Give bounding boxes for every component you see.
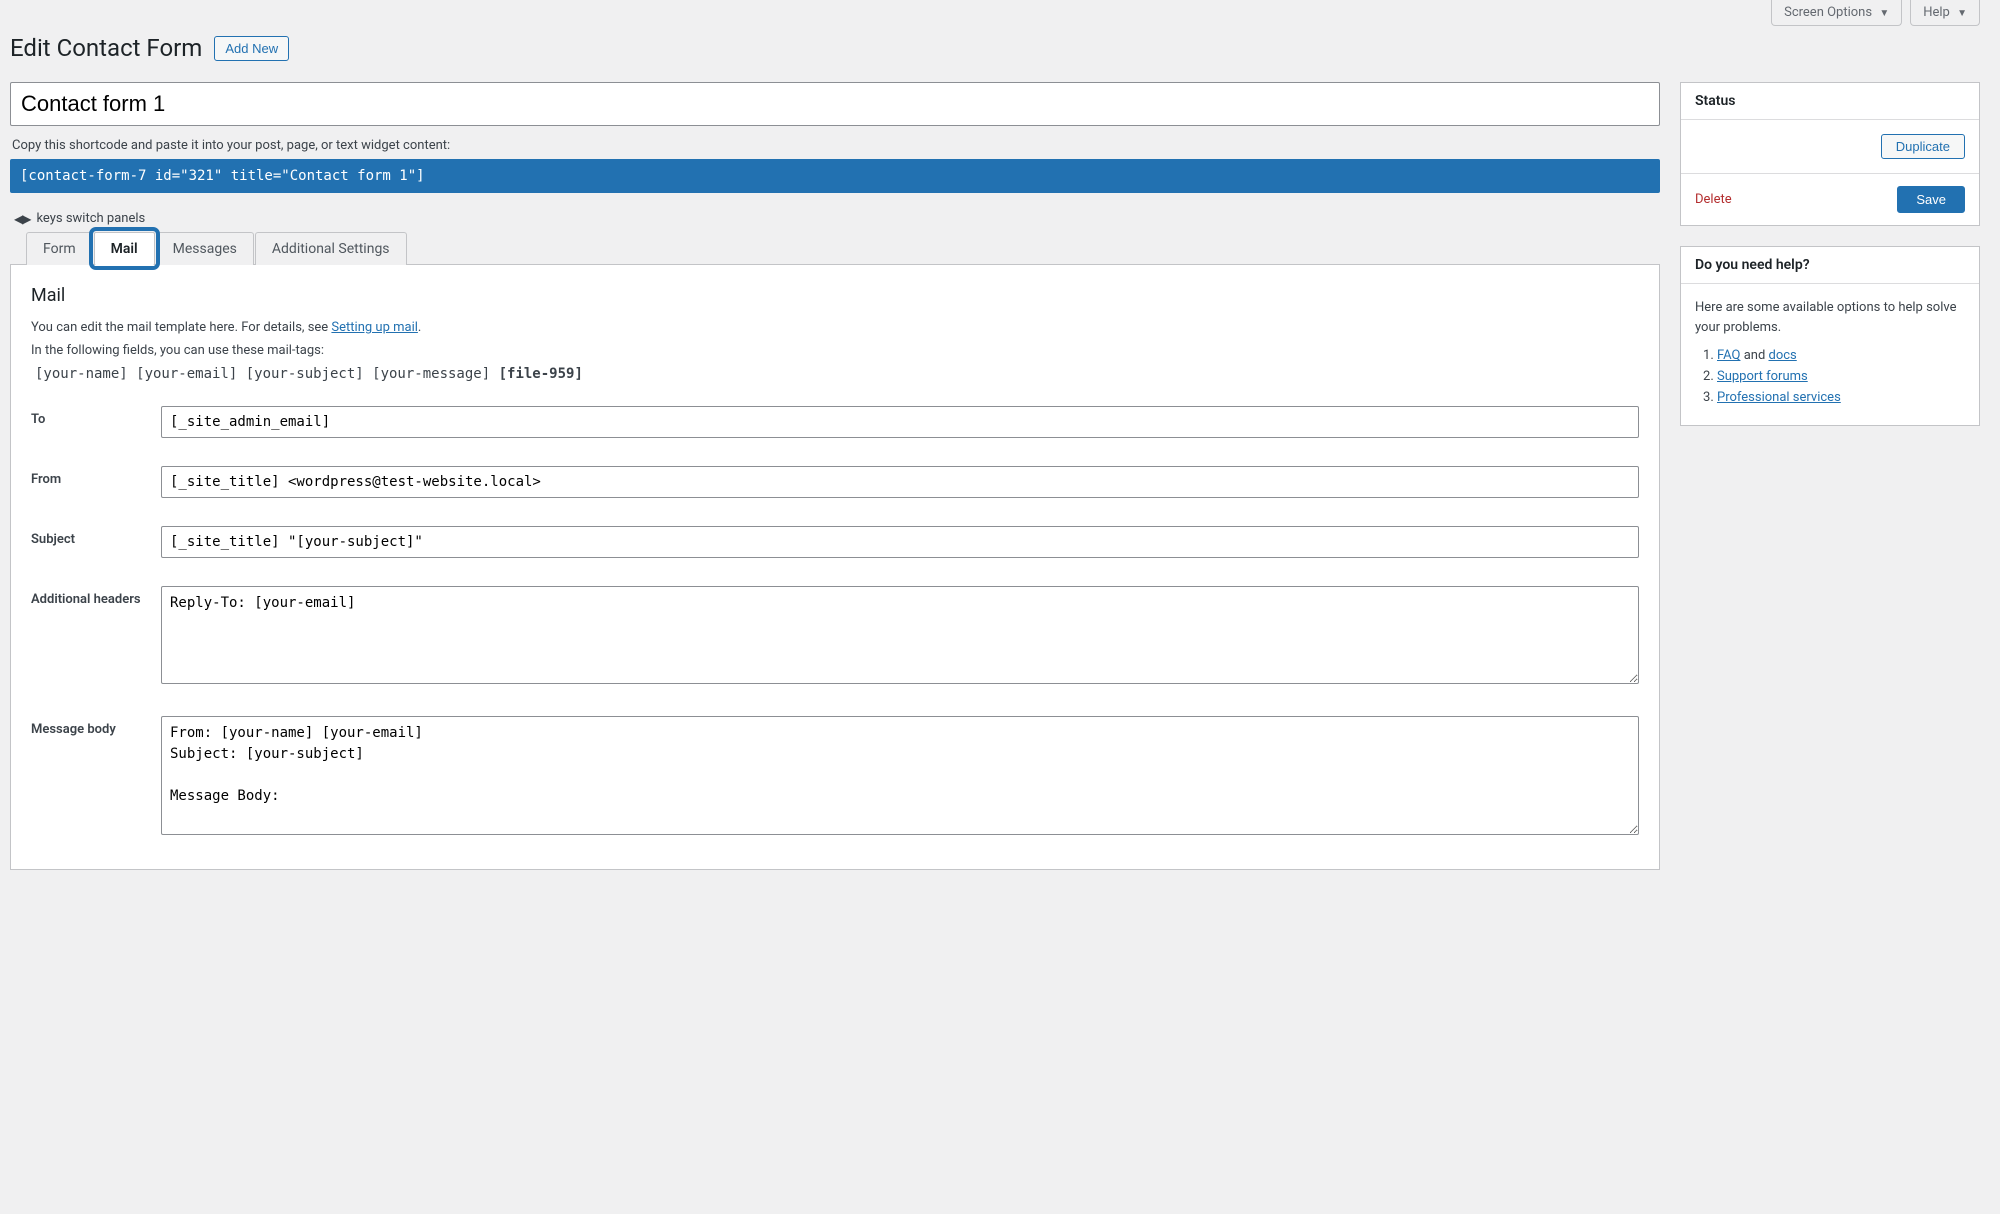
professional-services-link[interactable]: Professional services: [1717, 390, 1841, 405]
help-label: Help: [1923, 5, 1950, 20]
support-forums-link[interactable]: Support forums: [1717, 369, 1808, 384]
status-heading: Status: [1681, 83, 1979, 120]
message-body-textarea[interactable]: From: [your-name] [your-email] Subject: …: [161, 716, 1639, 835]
form-title-input[interactable]: [10, 82, 1660, 126]
status-box: Status Duplicate Delete Save: [1680, 82, 1980, 226]
message-body-label: Message body: [31, 716, 161, 737]
caret-down-icon: ▼: [1957, 8, 1967, 19]
add-new-button[interactable]: Add New: [214, 36, 289, 61]
and-text: and: [1740, 348, 1768, 363]
to-label: To: [31, 406, 161, 427]
delete-link[interactable]: Delete: [1695, 192, 1732, 207]
shortcode-display[interactable]: [contact-form-7 id="321" title="Contact …: [10, 159, 1660, 193]
help-box: Do you need help? Here are some availabl…: [1680, 246, 1980, 426]
mail-desc-prefix: You can edit the mail template here. For…: [31, 320, 331, 335]
docs-link[interactable]: docs: [1769, 348, 1797, 363]
from-input[interactable]: [161, 466, 1639, 498]
help-item-pro: Professional services: [1717, 390, 1965, 405]
to-input[interactable]: [161, 406, 1639, 438]
screen-options-label: Screen Options: [1784, 5, 1872, 20]
mail-tags: [your-name] [your-email] [your-subject] …: [35, 366, 490, 382]
tab-mail[interactable]: Mail: [94, 232, 155, 265]
page-title: Edit Contact Form: [10, 34, 202, 62]
mail-desc-suffix: .: [418, 320, 421, 335]
screen-options-toggle[interactable]: Screen Options ▼: [1771, 0, 1902, 26]
help-item-faq: FAQ and docs: [1717, 348, 1965, 363]
tab-messages[interactable]: Messages: [156, 232, 254, 265]
subject-label: Subject: [31, 526, 161, 547]
tab-form[interactable]: Form: [26, 232, 93, 265]
help-heading: Do you need help?: [1681, 247, 1979, 284]
help-intro: Here are some available options to help …: [1695, 298, 1965, 338]
mail-tags-bold: [file-959]: [499, 366, 583, 382]
tab-additional-settings[interactable]: Additional Settings: [255, 232, 407, 265]
duplicate-button[interactable]: Duplicate: [1881, 134, 1965, 159]
shortcode-help-text: Copy this shortcode and paste it into yo…: [12, 138, 1660, 153]
additional-headers-label: Additional headers: [31, 586, 161, 607]
from-label: From: [31, 466, 161, 487]
help-item-support: Support forums: [1717, 369, 1965, 384]
save-button[interactable]: Save: [1897, 186, 1965, 213]
mail-heading: Mail: [31, 285, 1639, 306]
setting-up-mail-link[interactable]: Setting up mail: [331, 320, 417, 335]
additional-headers-textarea[interactable]: Reply-To: [your-email]: [161, 586, 1639, 684]
subject-input[interactable]: [161, 526, 1639, 558]
faq-link[interactable]: FAQ: [1717, 348, 1740, 363]
mail-panel: Mail You can edit the mail template here…: [10, 264, 1660, 870]
keys-hint-text: keys switch panels: [36, 211, 145, 226]
help-toggle[interactable]: Help ▼: [1910, 0, 1980, 26]
caret-down-icon: ▼: [1879, 8, 1889, 19]
arrows-icon: ◀▶: [14, 212, 30, 226]
mail-tags-intro: In the following fields, you can use the…: [31, 341, 1639, 362]
